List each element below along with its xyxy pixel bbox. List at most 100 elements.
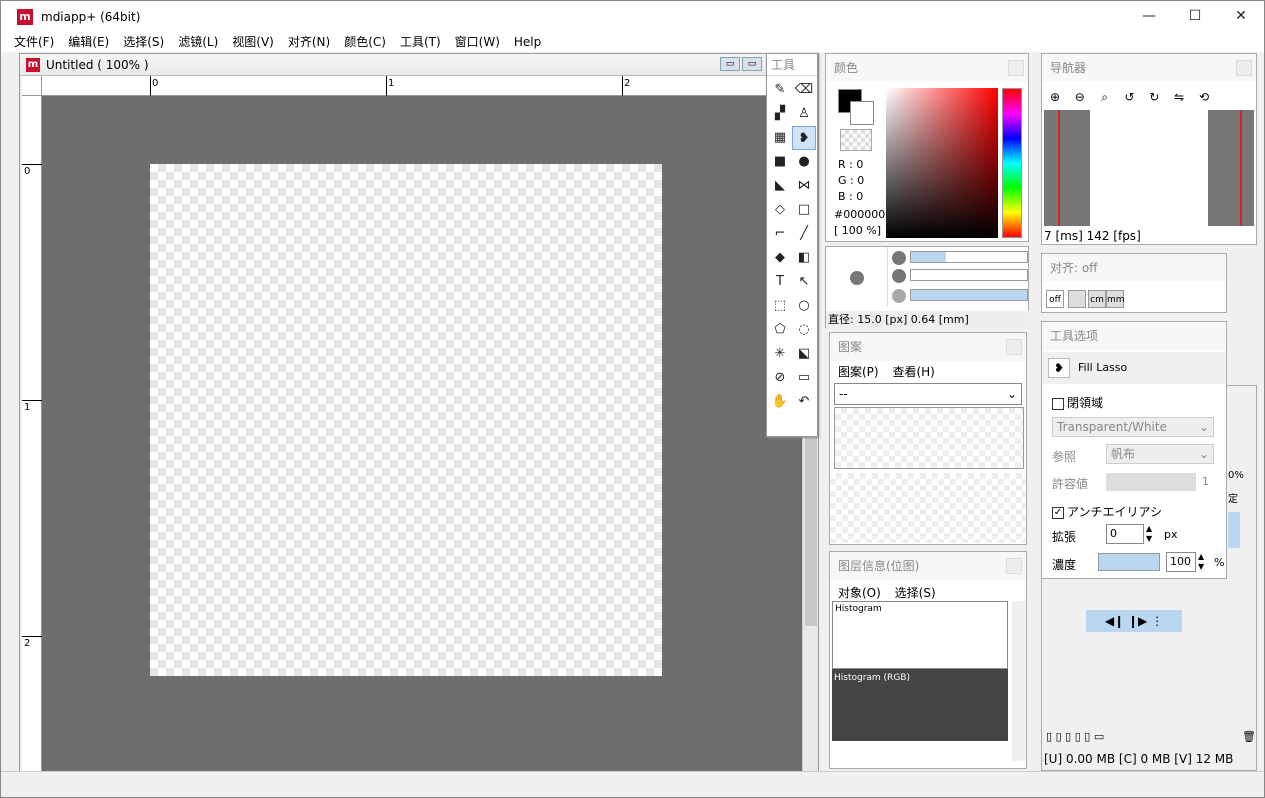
bowtie-icon[interactable]: ⋈ <box>792 174 816 198</box>
menu-edit[interactable]: 编辑(E) <box>61 32 116 52</box>
hand-icon[interactable]: ✋ <box>768 390 792 414</box>
expand-input[interactable]: 0 <box>1106 524 1144 544</box>
reference-select[interactable]: 帆布 ⌄ <box>1106 444 1214 464</box>
expand-stepper[interactable]: ▲ ▼ <box>1146 524 1158 544</box>
minimize-button[interactable]: — <box>1126 1 1172 32</box>
brush-opacity-slider[interactable] <box>910 289 1028 301</box>
new-layer-icon[interactable]: ▯ <box>1046 730 1052 743</box>
magic-wand-icon[interactable]: ✳ <box>768 342 792 366</box>
panel-close-icon[interactable] <box>1236 60 1252 76</box>
lasso-free-icon[interactable]: ◌ <box>792 318 816 342</box>
density-input[interactable]: 100 <box>1166 552 1196 572</box>
pen-icon[interactable]: ✎ <box>768 78 792 102</box>
color-saturation-picker[interactable] <box>886 88 998 238</box>
rotate-left-icon[interactable]: ↺ <box>1120 88 1138 106</box>
panel-close-icon[interactable] <box>1008 60 1024 76</box>
maximize-button[interactable]: ☐ <box>1172 1 1218 32</box>
layer-info-menu-object[interactable]: 对象(O) <box>838 586 881 600</box>
grid-icon[interactable]: ▦ <box>768 126 792 150</box>
new-folder-icon[interactable]: ▯ <box>1075 730 1081 743</box>
flip-icon[interactable]: ⇋ <box>1170 88 1188 106</box>
transparent-color-swatch[interactable] <box>840 129 872 151</box>
stamp-icon[interactable]: ♙ <box>792 102 816 126</box>
rotate-hand-icon[interactable]: ↶ <box>792 390 816 414</box>
antialias-checkbox[interactable]: ✓ アンチエイリアシ <box>1052 503 1162 520</box>
text-icon[interactable]: T <box>768 270 792 294</box>
ellipse-fill-icon[interactable]: ● <box>792 150 816 174</box>
polyline-icon[interactable]: ⌐ <box>768 222 792 246</box>
polygon-fill-icon[interactable]: ◣ <box>768 174 792 198</box>
prev-frame-icon[interactable]: ◀❙ <box>1105 614 1124 628</box>
color-hue-slider[interactable] <box>1002 88 1022 238</box>
dither-icon[interactable]: ▞ <box>768 102 792 126</box>
pattern-menu-view[interactable]: 查看(H) <box>892 365 934 379</box>
layer-selected-partial[interactable] <box>1228 512 1240 548</box>
menu-help[interactable]: Help <box>507 32 548 52</box>
line-icon[interactable]: ╱ <box>792 222 816 246</box>
menu-tools[interactable]: 工具(T) <box>393 32 448 52</box>
layer-info-menu-select[interactable]: 选择(S) <box>895 586 936 600</box>
background-color-swatch[interactable] <box>850 101 874 125</box>
ruler-icon[interactable]: ▭ <box>792 366 816 390</box>
zoom-reset-icon[interactable]: ⌕ <box>1096 88 1114 106</box>
drawing-canvas[interactable] <box>150 164 662 676</box>
snap-cm-button[interactable]: cm <box>1088 290 1106 308</box>
eyedropper-icon[interactable]: ⊘ <box>768 366 792 390</box>
next-frame-icon[interactable]: ❙▶ <box>1128 614 1147 628</box>
pattern-menu-pattern[interactable]: 图案(P) <box>838 365 879 379</box>
snap-off-button[interactable]: off <box>1046 290 1064 308</box>
menu-view[interactable]: 视图(V) <box>225 32 281 52</box>
snap-grid-icon[interactable] <box>1068 290 1086 308</box>
menu-color[interactable]: 颜色(C) <box>337 32 393 52</box>
more-icon[interactable]: ⋮ <box>1151 614 1163 628</box>
lasso-select-icon[interactable]: ⬠ <box>768 318 792 342</box>
fill-lasso-icon[interactable]: ❥ <box>792 126 816 150</box>
document-minimize-button[interactable]: ▭ <box>720 57 740 71</box>
polygon-icon[interactable]: ◇ <box>768 198 792 222</box>
menu-file[interactable]: 文件(F) <box>7 32 61 52</box>
duplicate-layer-icon[interactable]: ▯ <box>1084 730 1090 743</box>
zoom-out-icon[interactable]: ⊖ <box>1071 88 1089 106</box>
canvas-workspace[interactable] <box>42 96 802 771</box>
fill-mode-select[interactable]: Transparent/White ⌄ <box>1052 417 1214 437</box>
pattern-select-value: -- <box>839 387 848 401</box>
rect-fill-icon[interactable]: ■ <box>768 150 792 174</box>
panel-close-icon[interactable] <box>1006 339 1022 355</box>
rect-select-icon[interactable]: ⬚ <box>768 294 792 318</box>
new-layer-8bit-icon[interactable]: ▯ <box>1056 730 1062 743</box>
ellipse-select-icon[interactable]: ○ <box>792 294 816 318</box>
panel-close-icon[interactable] <box>1006 558 1022 574</box>
snap-mm-button[interactable]: mm <box>1106 290 1125 308</box>
close-region-checkbox[interactable]: 閉領域 <box>1052 394 1103 411</box>
select-brush-icon[interactable]: ⬕ <box>792 342 816 366</box>
move-icon[interactable]: ↖ <box>792 270 816 294</box>
menu-select[interactable]: 选择(S) <box>116 32 171 52</box>
brush-dot-icon <box>850 271 864 285</box>
rectangle-icon[interactable]: □ <box>792 198 816 222</box>
folder-icon[interactable]: ▭ <box>1094 730 1104 743</box>
pattern-select[interactable]: -- ⌄ <box>834 383 1022 405</box>
rotate-right-icon[interactable]: ↻ <box>1145 88 1163 106</box>
density-stepper[interactable]: ▲ ▼ <box>1198 552 1210 572</box>
trash-icon[interactable]: 🗑 <box>1242 730 1256 743</box>
navigator-preview[interactable] <box>1044 110 1254 226</box>
pattern-list[interactable] <box>830 473 1026 543</box>
menu-window[interactable]: 窗口(W) <box>448 32 507 52</box>
bucket-icon[interactable]: ◆ <box>768 246 792 270</box>
histogram-luminance: Histogram <box>832 601 1008 669</box>
menu-filter[interactable]: 滤镜(L) <box>171 32 225 52</box>
new-layer-1bit-icon[interactable]: ▯ <box>1065 730 1071 743</box>
close-button[interactable]: ✕ <box>1218 1 1264 32</box>
document-restore-button[interactable]: ▭ <box>742 57 762 71</box>
zoom-in-icon[interactable]: ⊕ <box>1046 88 1064 106</box>
gradient-icon[interactable]: ◧ <box>792 246 816 270</box>
brush-size-slider[interactable] <box>910 251 1028 263</box>
brush-hardness-slider[interactable] <box>910 269 1028 281</box>
navigator-reset-icon[interactable]: ⟲ <box>1195 88 1213 106</box>
layer-info-scrollbar[interactable] <box>1012 601 1026 761</box>
tolerance-slider[interactable] <box>1106 473 1196 491</box>
density-slider[interactable] <box>1098 553 1160 571</box>
eraser-icon[interactable]: ⌫ <box>792 78 816 102</box>
tolerance-label: 許容値 <box>1052 477 1089 491</box>
menu-snap[interactable]: 对齐(N) <box>281 32 337 52</box>
